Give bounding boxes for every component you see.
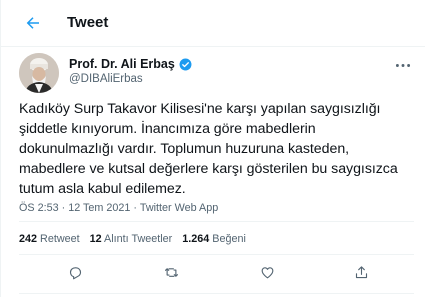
retweet-button[interactable] xyxy=(159,260,183,284)
more-dots-icon xyxy=(395,63,411,67)
action-bar xyxy=(1,260,425,284)
retweet-icon xyxy=(164,267,178,277)
divider-middle xyxy=(19,254,414,255)
author-handle[interactable]: @DIBAliErbas xyxy=(69,73,143,85)
quotes-stat[interactable]: 12 Alıntı Tweetler xyxy=(90,233,173,245)
quotes-count: 12 xyxy=(89,233,102,245)
verified-badge-icon xyxy=(179,58,192,70)
arrow-left-icon xyxy=(26,17,39,29)
author-name-row[interactable]: Prof. Dr. Ali Erbaş xyxy=(69,57,192,71)
tweet-stats: 242 Retweet 12 Alıntı Tweetler 1.264 Beğ… xyxy=(19,233,246,245)
header: Tweet xyxy=(1,0,425,47)
retweets-count: 242 xyxy=(19,233,38,245)
avatar[interactable] xyxy=(19,53,59,93)
divider-top xyxy=(19,221,414,222)
like-icon xyxy=(261,266,273,278)
like-button[interactable] xyxy=(255,260,279,284)
share-button[interactable] xyxy=(349,260,373,284)
avatar-image xyxy=(19,53,59,93)
tweet-meta[interactable]: ÖS 2:53 · 12 Tem 2021 · Twitter Web App xyxy=(19,202,218,214)
reply-button[interactable] xyxy=(63,260,87,284)
likes-stat[interactable]: 1.264 Beğeni xyxy=(182,233,246,245)
tweet-text: Kadıköy Surp Takavor Kilisesi'ne karşı y… xyxy=(19,101,398,197)
share-icon xyxy=(355,265,367,278)
back-button[interactable] xyxy=(21,11,45,35)
divider-bottom xyxy=(19,293,414,294)
likes-count: 1.264 xyxy=(182,233,210,245)
tweet-page: Tweet Prof. Dr. Ali Erbaş @DIBAliErbas K… xyxy=(0,0,425,297)
retweets-stat[interactable]: 242 Retweet xyxy=(19,233,80,245)
retweets-label: Retweet xyxy=(40,233,80,245)
likes-label: Beğeni xyxy=(212,233,246,245)
quotes-label: Alıntı Tweetler xyxy=(104,233,173,245)
page-title: Tweet xyxy=(67,14,109,31)
author-name[interactable]: Prof. Dr. Ali Erbaş xyxy=(69,57,175,71)
reply-icon xyxy=(69,266,81,279)
more-options-button[interactable] xyxy=(393,58,413,72)
